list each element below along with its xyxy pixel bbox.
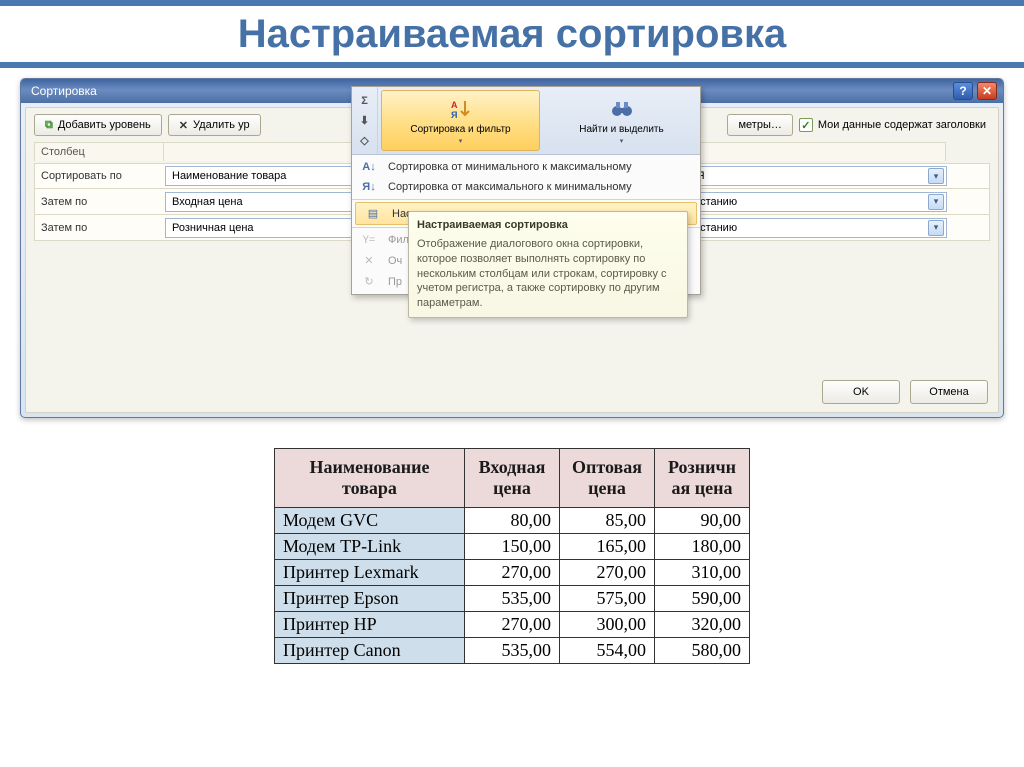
table-header: Наименованиетовара bbox=[275, 449, 465, 508]
options-button[interactable]: метры… bbox=[727, 114, 792, 136]
cell-ret: 310,00 bbox=[655, 560, 750, 586]
menu-sort-asc[interactable]: А↓ Сортировка от минимального к максимал… bbox=[352, 157, 700, 177]
delete-icon: ✕ bbox=[179, 119, 188, 132]
sort-filter-label: Сортировка и фильтр bbox=[410, 124, 510, 135]
cell-opt: 165,00 bbox=[560, 534, 655, 560]
cell-name: Модем TP-Link bbox=[275, 534, 465, 560]
cell-name: Модем GVC bbox=[275, 508, 465, 534]
delete-level-label: Удалить ур bbox=[193, 119, 250, 131]
products-table: НаименованиетовараВходнаяценаОптоваяцена… bbox=[274, 448, 750, 664]
tooltip-body: Отображение диалогового окна сортировки,… bbox=[417, 237, 679, 311]
dialog-title: Сортировка bbox=[31, 84, 97, 98]
chevron-down-icon: ▾ bbox=[928, 194, 944, 210]
sort-field-value: Входная цена bbox=[172, 196, 243, 208]
cell-ret: 580,00 bbox=[655, 638, 750, 664]
column-header-label: Столбец bbox=[34, 142, 164, 161]
cell-in: 150,00 bbox=[465, 534, 560, 560]
binoculars-icon bbox=[609, 96, 635, 122]
sort-field-value: Наименование товара bbox=[172, 170, 286, 182]
cell-name: Принтер Epson bbox=[275, 586, 465, 612]
menu-sort-desc[interactable]: Я↓ Сортировка от максимального к минимал… bbox=[352, 177, 700, 197]
table-header: Розничная цена bbox=[655, 449, 750, 508]
filter-icon: Ү= bbox=[358, 234, 380, 246]
sort-desc-icon: Я↓ bbox=[358, 181, 380, 193]
sort-field-value: Розничная цена bbox=[172, 222, 254, 234]
sort-filter-ribbon-button[interactable]: АЯ Сортировка и фильтр ▾ bbox=[381, 90, 540, 151]
cell-name: Принтер Lexmark bbox=[275, 560, 465, 586]
dialog-body: Σ⬇◇ АЯ Сортировка и фильтр ▾ Найти и выд… bbox=[25, 107, 999, 413]
cell-opt: 575,00 bbox=[560, 586, 655, 612]
chevron-down-icon: ▾ bbox=[620, 137, 624, 145]
options-label: метры… bbox=[738, 119, 781, 131]
dialog-footer: OK Отмена bbox=[822, 380, 988, 404]
reapply-icon: ↻ bbox=[358, 275, 380, 288]
ok-button[interactable]: OK bbox=[822, 380, 900, 404]
cell-in: 270,00 bbox=[465, 612, 560, 638]
close-button[interactable]: ✕ bbox=[977, 82, 997, 100]
table-row: Принтер Canon535,00554,00580,00 bbox=[275, 638, 750, 664]
ribbon-side-icons: Σ⬇◇ bbox=[352, 87, 378, 154]
table-row: Принтер HP270,00300,00320,00 bbox=[275, 612, 750, 638]
has-headers-label: Мои данные содержат заголовки bbox=[818, 119, 986, 131]
sort-dialog: Сортировка ? ✕ Σ⬇◇ АЯ Сортировка и фильт… bbox=[20, 78, 1004, 418]
find-select-label: Найти и выделить bbox=[579, 124, 663, 135]
custom-sort-tooltip: Настраиваемая сортировка Отображение диа… bbox=[408, 211, 688, 318]
menu-filter-label: Фил bbox=[388, 234, 409, 246]
cell-ret: 590,00 bbox=[655, 586, 750, 612]
chevron-down-icon: ▾ bbox=[928, 168, 944, 184]
cell-in: 535,00 bbox=[465, 586, 560, 612]
cell-in: 270,00 bbox=[465, 560, 560, 586]
cell-opt: 300,00 bbox=[560, 612, 655, 638]
menu-clear-label: Оч bbox=[388, 255, 402, 267]
clear-icon: ✕ bbox=[358, 254, 380, 267]
svg-text:Я: Я bbox=[451, 110, 457, 120]
table-row: Модем GVC80,0085,0090,00 bbox=[275, 508, 750, 534]
help-button[interactable]: ? bbox=[953, 82, 973, 100]
checkbox-checked-icon: ✓ bbox=[799, 118, 813, 132]
page-title: Настраиваемая сортировка bbox=[0, 0, 1024, 68]
chevron-down-icon: ▾ bbox=[459, 137, 463, 145]
custom-sort-icon: ▤ bbox=[362, 207, 384, 220]
cell-name: Принтер Canon bbox=[275, 638, 465, 664]
sort-row-label: Затем по bbox=[35, 196, 165, 208]
cell-opt: 270,00 bbox=[560, 560, 655, 586]
cell-opt: 85,00 bbox=[560, 508, 655, 534]
sort-row-label: Сортировать по bbox=[35, 170, 165, 182]
table-header: Входнаяцена bbox=[465, 449, 560, 508]
cancel-button[interactable]: Отмена bbox=[910, 380, 988, 404]
has-headers-checkbox[interactable]: ✓ Мои данные содержат заголовки bbox=[799, 118, 986, 132]
table-header: Оптоваяцена bbox=[560, 449, 655, 508]
cell-in: 80,00 bbox=[465, 508, 560, 534]
cell-opt: 554,00 bbox=[560, 638, 655, 664]
table-row: Модем TP-Link150,00165,00180,00 bbox=[275, 534, 750, 560]
menu-sort-desc-label: Сортировка от максимального к минимально… bbox=[388, 181, 632, 193]
sort-row-label: Затем по bbox=[35, 222, 165, 234]
svg-text:А: А bbox=[451, 100, 458, 110]
chevron-down-icon: ▾ bbox=[928, 220, 944, 236]
delete-level-button[interactable]: ✕ Удалить ур bbox=[168, 114, 261, 136]
find-select-ribbon-button[interactable]: Найти и выделить ▾ bbox=[543, 87, 700, 154]
sort-asc-icon: А↓ bbox=[358, 161, 380, 173]
add-level-label: Добавить уровень bbox=[58, 119, 151, 131]
menu-sort-asc-label: Сортировка от минимального к максимально… bbox=[388, 161, 632, 173]
tooltip-title: Настраиваемая сортировка bbox=[417, 218, 679, 233]
cell-ret: 90,00 bbox=[655, 508, 750, 534]
menu-reapply-label: Пр bbox=[388, 276, 402, 288]
cell-name: Принтер HP bbox=[275, 612, 465, 638]
table-row: Принтер Epson535,00575,00590,00 bbox=[275, 586, 750, 612]
table-row: Принтер Lexmark270,00270,00310,00 bbox=[275, 560, 750, 586]
cell-ret: 320,00 bbox=[655, 612, 750, 638]
cell-in: 535,00 bbox=[465, 638, 560, 664]
ribbon-dropdown: Σ⬇◇ АЯ Сортировка и фильтр ▾ Найти и выд… bbox=[351, 86, 701, 295]
add-icon: ⧉ bbox=[45, 119, 53, 132]
sort-filter-icon: АЯ bbox=[448, 96, 474, 122]
add-level-button[interactable]: ⧉ Добавить уровень bbox=[34, 114, 162, 136]
cell-ret: 180,00 bbox=[655, 534, 750, 560]
